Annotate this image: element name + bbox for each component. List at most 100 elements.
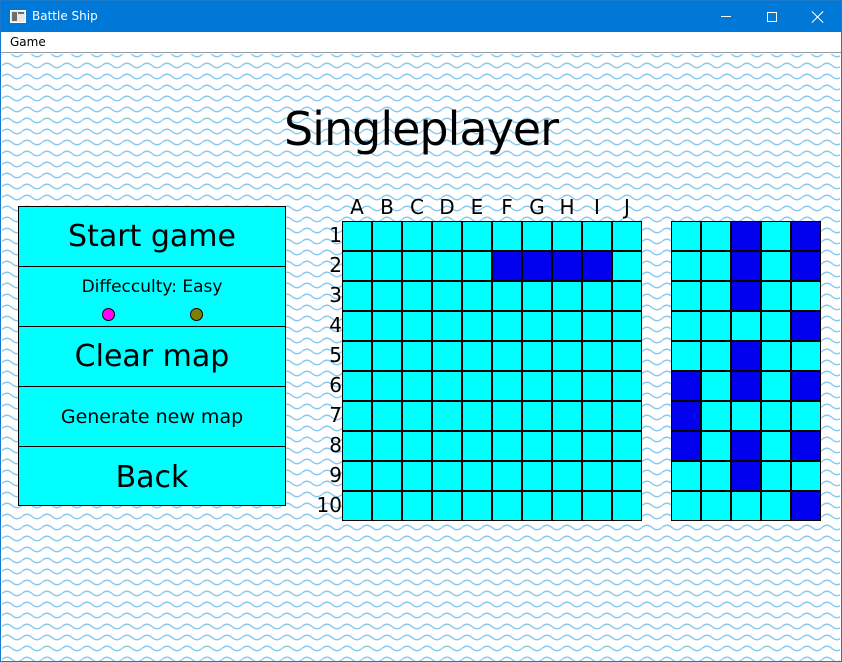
water-cell[interactable] xyxy=(582,341,612,371)
water-cell[interactable] xyxy=(701,491,731,521)
water-cell[interactable] xyxy=(522,401,552,431)
water-cell[interactable] xyxy=(462,311,492,341)
water-cell[interactable] xyxy=(372,371,402,401)
water-cell[interactable] xyxy=(552,341,582,371)
water-cell[interactable] xyxy=(462,341,492,371)
difficulty-dot-easy[interactable] xyxy=(102,308,115,321)
water-cell[interactable] xyxy=(761,401,791,431)
water-cell[interactable] xyxy=(372,251,402,281)
water-cell[interactable] xyxy=(432,461,462,491)
water-cell[interactable] xyxy=(522,491,552,521)
ship-cell[interactable] xyxy=(731,431,761,461)
water-cell[interactable] xyxy=(462,251,492,281)
water-cell[interactable] xyxy=(432,251,462,281)
water-cell[interactable] xyxy=(462,281,492,311)
maximize-button[interactable] xyxy=(749,1,795,32)
water-cell[interactable] xyxy=(671,491,701,521)
water-cell[interactable] xyxy=(342,401,372,431)
water-cell[interactable] xyxy=(342,491,372,521)
water-cell[interactable] xyxy=(402,251,432,281)
water-cell[interactable] xyxy=(522,461,552,491)
water-cell[interactable] xyxy=(402,311,432,341)
water-cell[interactable] xyxy=(612,371,642,401)
water-cell[interactable] xyxy=(761,341,791,371)
water-cell[interactable] xyxy=(612,311,642,341)
water-cell[interactable] xyxy=(701,431,731,461)
water-cell[interactable] xyxy=(552,461,582,491)
water-cell[interactable] xyxy=(612,431,642,461)
ship-cell[interactable] xyxy=(791,251,821,281)
water-cell[interactable] xyxy=(432,371,462,401)
water-cell[interactable] xyxy=(522,431,552,461)
ship-cell[interactable] xyxy=(731,461,761,491)
ship-cell[interactable] xyxy=(731,251,761,281)
water-cell[interactable] xyxy=(402,461,432,491)
ship-cell[interactable] xyxy=(552,251,582,281)
ship-cell[interactable] xyxy=(522,251,552,281)
water-cell[interactable] xyxy=(402,431,432,461)
water-cell[interactable] xyxy=(761,221,791,251)
water-cell[interactable] xyxy=(342,431,372,461)
water-cell[interactable] xyxy=(582,401,612,431)
water-cell[interactable] xyxy=(372,491,402,521)
water-cell[interactable] xyxy=(582,221,612,251)
water-cell[interactable] xyxy=(342,281,372,311)
water-cell[interactable] xyxy=(492,461,522,491)
water-cell[interactable] xyxy=(372,401,402,431)
water-cell[interactable] xyxy=(522,371,552,401)
water-cell[interactable] xyxy=(432,341,462,371)
water-cell[interactable] xyxy=(761,311,791,341)
water-cell[interactable] xyxy=(701,371,731,401)
water-cell[interactable] xyxy=(791,341,821,371)
water-cell[interactable] xyxy=(791,461,821,491)
water-cell[interactable] xyxy=(522,341,552,371)
water-cell[interactable] xyxy=(462,221,492,251)
ship-cell[interactable] xyxy=(582,251,612,281)
water-cell[interactable] xyxy=(582,311,612,341)
water-cell[interactable] xyxy=(402,371,432,401)
water-cell[interactable] xyxy=(671,221,701,251)
water-cell[interactable] xyxy=(582,281,612,311)
water-cell[interactable] xyxy=(612,221,642,251)
ship-cell[interactable] xyxy=(671,431,701,461)
water-cell[interactable] xyxy=(612,491,642,521)
water-cell[interactable] xyxy=(462,401,492,431)
ship-cell[interactable] xyxy=(731,341,761,371)
water-cell[interactable] xyxy=(342,341,372,371)
water-cell[interactable] xyxy=(492,221,522,251)
water-cell[interactable] xyxy=(761,281,791,311)
water-cell[interactable] xyxy=(372,461,402,491)
title-bar[interactable]: Battle Ship xyxy=(1,1,841,32)
water-cell[interactable] xyxy=(492,281,522,311)
minimize-button[interactable] xyxy=(703,1,749,32)
water-cell[interactable] xyxy=(492,401,522,431)
water-cell[interactable] xyxy=(582,371,612,401)
water-cell[interactable] xyxy=(701,251,731,281)
water-cell[interactable] xyxy=(342,371,372,401)
water-cell[interactable] xyxy=(731,401,761,431)
water-cell[interactable] xyxy=(552,431,582,461)
water-cell[interactable] xyxy=(552,221,582,251)
water-cell[interactable] xyxy=(701,281,731,311)
difficulty-dot-hard[interactable] xyxy=(190,308,203,321)
water-cell[interactable] xyxy=(671,281,701,311)
ship-cell[interactable] xyxy=(791,491,821,521)
water-cell[interactable] xyxy=(612,341,642,371)
water-cell[interactable] xyxy=(372,311,402,341)
water-cell[interactable] xyxy=(492,341,522,371)
ship-cell[interactable] xyxy=(791,371,821,401)
water-cell[interactable] xyxy=(552,371,582,401)
water-cell[interactable] xyxy=(342,251,372,281)
water-cell[interactable] xyxy=(612,251,642,281)
water-cell[interactable] xyxy=(552,401,582,431)
menu-game[interactable]: Game xyxy=(10,35,46,49)
water-cell[interactable] xyxy=(582,491,612,521)
water-cell[interactable] xyxy=(612,401,642,431)
water-cell[interactable] xyxy=(492,311,522,341)
water-cell[interactable] xyxy=(671,341,701,371)
water-cell[interactable] xyxy=(612,281,642,311)
water-cell[interactable] xyxy=(492,431,522,461)
water-cell[interactable] xyxy=(731,491,761,521)
water-cell[interactable] xyxy=(402,341,432,371)
water-cell[interactable] xyxy=(462,491,492,521)
